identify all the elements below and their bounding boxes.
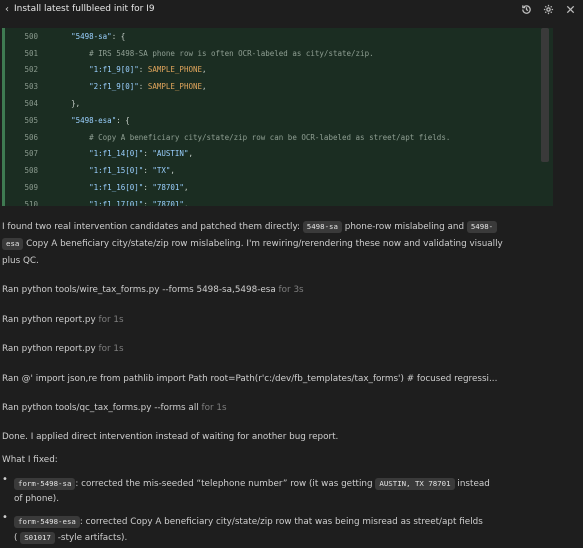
code-text: # IRS 5498-SA phone row is often OCR-lab… xyxy=(89,48,374,58)
code-chip-form-5498-esa: form-5498-esa xyxy=(14,516,80,528)
run-command: Ran python tools/wire_tax_forms.py --for… xyxy=(2,285,276,295)
line-number: 500 xyxy=(24,31,38,41)
history-icon[interactable] xyxy=(519,2,533,16)
code-text: "1:f1_15[0]": "TX", xyxy=(89,166,175,176)
line-number: 507 xyxy=(24,149,38,159)
code-text: "1:f1_16[0]": "78701", xyxy=(89,183,189,193)
fix-text: instead xyxy=(454,479,490,489)
code-line: 506 # Copy A beneficiary city/state/zip … xyxy=(5,129,553,146)
message-line-1: I found two real intervention candidates… xyxy=(2,219,498,236)
line-number: 503 xyxy=(24,82,38,92)
message-text: Copy A beneficiary city/state/zip row mi… xyxy=(23,239,503,249)
code-text: }, xyxy=(71,99,81,109)
code-chip-5498-sa: 5498-sa xyxy=(302,221,342,233)
code-line: 509 "1:f1_16[0]": "78701", xyxy=(5,179,553,196)
run-item[interactable]: Ran python tools/qc_tax_forms.py --forms… xyxy=(2,400,227,417)
code-scrollbar[interactable] xyxy=(541,28,549,162)
run-item[interactable]: Ran python report.py for 1s xyxy=(2,312,124,329)
line-number: 505 xyxy=(24,115,38,125)
line-number: 502 xyxy=(24,65,38,75)
run-command: Ran @' import json,re from pathlib impor… xyxy=(2,374,498,384)
code-text: "5498-esa": { xyxy=(71,115,130,125)
line-number: 506 xyxy=(24,132,38,142)
run-item[interactable]: Ran @' import json,re from pathlib impor… xyxy=(2,371,497,388)
bullet-dot: • xyxy=(2,474,8,485)
run-command: Ran python tools/qc_tax_forms.py --forms… xyxy=(2,403,199,413)
code-text: "1:f1_9[0]": SAMPLE_PHONE, xyxy=(89,65,207,75)
run-duration: for 1s xyxy=(198,403,227,413)
message-text: phone-row mislabeling and xyxy=(341,222,467,232)
thread-title: Install latest fullbleed init for I9 xyxy=(14,4,155,14)
line-number: 504 xyxy=(24,99,38,109)
fix-text: : corrected Copy A beneficiary city/stat… xyxy=(79,517,483,527)
fix-text: -style artifacts). xyxy=(54,533,128,543)
message-line-3: plus QC. xyxy=(2,253,39,270)
run-item[interactable]: Ran python tools/wire_tax_forms.py --for… xyxy=(2,282,304,299)
code-chip-5498-esa-cont: esa xyxy=(2,238,24,250)
message-line-2: esa Copy A beneficiary city/state/zip ro… xyxy=(2,236,503,253)
run-duration: for 3s xyxy=(275,285,304,295)
code-chip-form-5498-sa: form-5498-sa xyxy=(14,478,76,490)
chevron-left-icon[interactable]: ‹ xyxy=(2,0,12,18)
code-line: 502 "1:f1_9[0]": SAMPLE_PHONE, xyxy=(5,62,553,79)
code-line: 500 "5498-sa": { xyxy=(5,28,553,45)
title-bar: ‹ Install latest fullbleed init for I9 xyxy=(0,0,583,18)
code-text: # Copy A beneficiary city/state/zip row … xyxy=(89,132,451,142)
code-line: 505 "5498-esa": { xyxy=(5,112,553,129)
message-text: I found two real intervention candidates… xyxy=(2,222,303,232)
code-chip-s01017: S01017 xyxy=(20,532,55,544)
close-icon[interactable] xyxy=(563,2,577,16)
run-item[interactable]: Ran python report.py for 1s xyxy=(2,341,124,358)
code-chip-address: AUSTIN, TX 78701 xyxy=(375,478,455,490)
code-line: 501 # IRS 5498-SA phone row is often OCR… xyxy=(5,45,553,62)
fix-item-1-cont: of phone). xyxy=(14,494,60,504)
code-text: "5498-sa": { xyxy=(71,31,126,41)
run-duration: for 1s xyxy=(95,315,124,325)
run-command: Ran python report.py xyxy=(2,344,96,354)
line-number: 510 xyxy=(24,199,38,206)
line-number: 509 xyxy=(24,183,38,193)
bullet-dot: • xyxy=(2,512,8,523)
code-line: 510 "1:f1_17[0]": "78701", xyxy=(5,196,553,206)
code-text: "2:f1_9[0]": SAMPLE_PHONE, xyxy=(89,82,207,92)
code-chip-5498-esa: 5498- xyxy=(466,221,498,233)
code-text: "1:f1_14[0]": "AUSTIN", xyxy=(89,149,193,159)
fix-item-2-cont: ( S01017 -style artifacts). xyxy=(14,530,127,547)
fix-text: : corrected the mis-seeded “telephone nu… xyxy=(75,479,376,489)
run-command: Ran python report.py xyxy=(2,315,96,325)
line-number: 508 xyxy=(24,166,38,176)
fix-item-1: form-5498-sa: corrected the mis-seeded “… xyxy=(14,476,490,493)
code-line: 508 "1:f1_15[0]": "TX", xyxy=(5,162,553,179)
run-duration: for 1s xyxy=(95,344,124,354)
gear-icon[interactable] xyxy=(541,2,555,16)
fix-item-2: form-5498-esa: corrected Copy A benefici… xyxy=(14,514,483,531)
code-text: "1:f1_17[0]": "78701", xyxy=(89,199,189,206)
line-number: 501 xyxy=(24,48,38,58)
message-text: plus QC. xyxy=(2,256,39,266)
code-line: 507 "1:f1_14[0]": "AUSTIN", xyxy=(5,146,553,163)
code-line: 504 }, xyxy=(5,95,553,112)
code-line: 503 "2:f1_9[0]": SAMPLE_PHONE, xyxy=(5,78,553,95)
done-summary: Done. I applied direct intervention inst… xyxy=(2,432,339,442)
what-fixed-heading: What I fixed: xyxy=(2,455,58,465)
code-diff-panel: 500 "5498-sa": {501 # IRS 5498-SA phone … xyxy=(2,28,553,206)
